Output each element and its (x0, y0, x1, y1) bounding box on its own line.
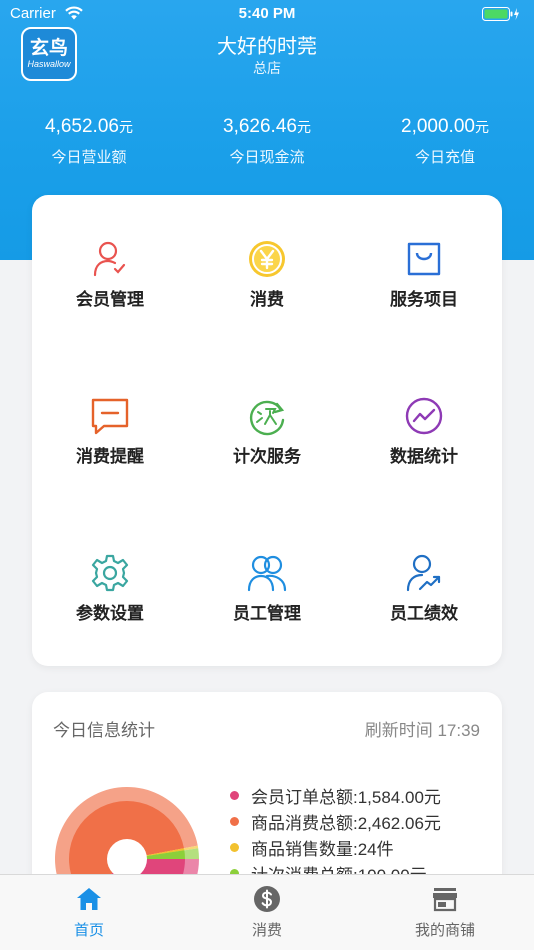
menu-parameter-settings[interactable]: 参数设置 (32, 509, 188, 629)
shopping-bag-icon (407, 242, 441, 276)
stat-revenue: 4,652.06元 今日营业额 (0, 116, 178, 167)
stats-title: 今日信息统计 (53, 721, 155, 740)
menu-label: 会员管理 (76, 290, 144, 309)
yen-coin-icon (249, 241, 285, 277)
member-icon (93, 241, 126, 277)
menu-service-items[interactable]: 服务项目 (346, 195, 502, 315)
stat-value: 2,000.00元 (401, 116, 489, 137)
menu-staff-performance[interactable]: 员工绩效 (346, 509, 502, 629)
menu-label: 消费 (250, 290, 284, 309)
legend-item: 会员订单总额:1,584.00元 (230, 782, 441, 808)
tab-label: 消费 (251, 922, 282, 939)
staff-icon (247, 555, 287, 592)
stat-value: 3,626.46元 (223, 116, 311, 137)
battery-icon (482, 7, 519, 21)
stat-recharge: 2,000.00元 今日充值 (356, 116, 534, 167)
menu-label: 参数设置 (76, 604, 144, 623)
count-service-icon (249, 400, 285, 436)
store-icon (433, 888, 457, 912)
menu-staff-management[interactable]: 员工管理 (189, 509, 345, 629)
legend-item: 商品销售数量:24件 (230, 834, 441, 860)
clock: 5:40 PM (238, 5, 296, 22)
tab-label: 我的商铺 (414, 922, 475, 939)
data-chart-icon (405, 397, 443, 435)
stat-label: 今日现金流 (229, 149, 305, 166)
stat-label: 今日营业额 (51, 149, 127, 166)
chart-legend: 会员订单总额:1,584.00元 商品消费总额:2,462.06元 商品销售数量… (230, 782, 441, 886)
tab-consume[interactable]: 消费 (178, 875, 356, 950)
menu-label: 员工绩效 (390, 604, 458, 623)
menu-count-service[interactable]: 计次服务 (189, 352, 345, 472)
stat-cashflow: 3,626.46元 今日现金流 (178, 116, 356, 167)
pie-center-hole (107, 839, 147, 879)
menu-member-management[interactable]: 会员管理 (32, 195, 188, 315)
menu-consume-reminder[interactable]: 消费提醒 (32, 352, 188, 472)
tab-label: 首页 (73, 922, 104, 939)
app-screen: Carrier 5:40 PM 玄鸟 Haswallow 大好的时莞 总店 4,… (0, 0, 534, 950)
menu-label: 消费提醒 (76, 447, 144, 466)
dollar-coin-icon (254, 886, 280, 912)
menu-consume[interactable]: 消费 (189, 195, 345, 315)
store-name: 大好的时莞 (217, 36, 317, 58)
store-branch: 总店 (253, 60, 281, 76)
gear-icon (91, 554, 129, 592)
menu-label: 服务项目 (390, 290, 458, 309)
tab-my-store[interactable]: 我的商铺 (356, 875, 534, 950)
menu-label: 数据统计 (390, 447, 458, 466)
stat-value: 4,652.06元 (45, 116, 133, 137)
home-icon (77, 888, 101, 910)
stat-label: 今日充值 (414, 149, 475, 166)
performance-icon (406, 554, 441, 592)
refresh-time[interactable]: 刷新时间 17:39 (365, 716, 480, 741)
status-bar: Carrier 5:40 PM (0, 0, 534, 28)
message-reminder-icon (91, 398, 129, 435)
menu-data-statistics[interactable]: 数据统计 (346, 352, 502, 472)
function-menu: 会员管理 消费 服务项目 消费提醒 计次服务 数据统计 参数设置 员工管理 员工… (32, 195, 502, 666)
menu-label: 员工管理 (233, 604, 301, 623)
tab-bar: 首页 消费 我的商铺 (0, 874, 534, 950)
menu-label: 计次服务 (233, 447, 301, 466)
legend-item: 商品消费总额:2,462.06元 (230, 808, 441, 834)
tab-home[interactable]: 首页 (0, 875, 178, 950)
